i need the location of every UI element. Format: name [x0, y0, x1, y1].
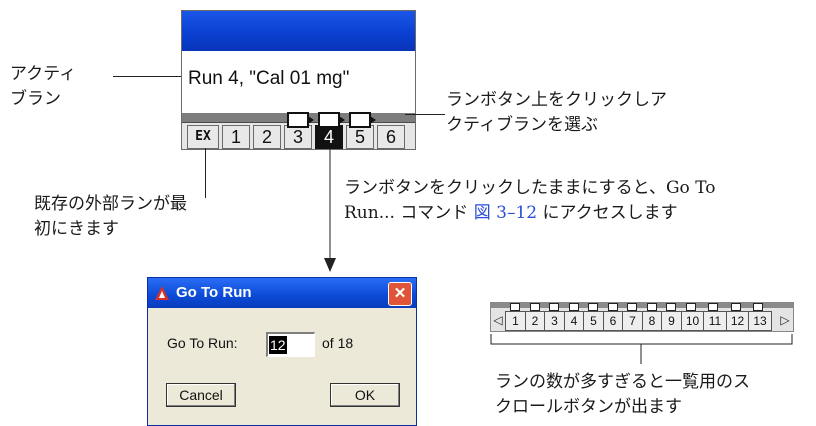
- callout-hold-line2-b: にアクセスします: [537, 203, 678, 223]
- scroll-run-button-10[interactable]: 10: [680, 303, 705, 331]
- run-flag-icon: [568, 303, 579, 311]
- scroll-run-button-7[interactable]: 7: [622, 303, 643, 331]
- leader-active-run: [113, 76, 181, 77]
- scroll-run-button-13[interactable]: 13: [748, 303, 772, 331]
- callout-active-run-line2: ブラン: [10, 89, 61, 109]
- run-flag-icon: [287, 112, 314, 128]
- go-to-run-label: Go To Run:: [167, 335, 238, 351]
- scroll-run-button-3[interactable]: 3: [544, 303, 565, 331]
- callout-hold-run: ランボタンをクリックしたままにすると、Go To Run... コマンド 図 3…: [344, 176, 715, 226]
- callout-external-run: 既存の外部ランが最 初にきます: [34, 192, 187, 242]
- window-titlebar: [182, 11, 415, 51]
- run-flag-icon: [666, 303, 676, 311]
- scroll-run-button-6[interactable]: 6: [602, 303, 624, 331]
- run-window: Run 4, "Cal 01 mg" EX 1 2 3 4 5 6: [181, 10, 416, 150]
- run-flag-icon: [318, 112, 345, 128]
- callout-scroll: ランの数が多すぎると一覧用のス クロールボタンが出ます: [495, 370, 750, 420]
- run-number-field[interactable]: 12: [266, 332, 315, 357]
- scroll-run-button-9[interactable]: 9: [661, 303, 682, 331]
- run-flag-icon: [607, 303, 618, 311]
- run-flag-icon: [685, 303, 696, 311]
- callout-hold-line2: Run... コマンド 図 3–12 にアクセスします: [344, 201, 715, 226]
- run-flag-icon: [753, 303, 763, 311]
- callout-hold-line1: ランボタンをクリックしたままにすると、Go To: [344, 178, 716, 198]
- leader-external-run: [205, 148, 206, 198]
- dialog-titlebar: Go To Run ✕: [148, 278, 416, 308]
- callout-external-line1: 既存の外部ランが最: [34, 194, 187, 214]
- scroll-run-button-4[interactable]: 4: [563, 303, 585, 331]
- scroll-run-button-5[interactable]: 5: [583, 303, 604, 331]
- figure-link[interactable]: 図 3–12: [474, 203, 537, 223]
- run-flag-icon: [510, 303, 520, 311]
- run-count-label: of 18: [322, 335, 354, 351]
- run-flag-icon: [708, 303, 718, 311]
- run-flag-icon: [627, 303, 637, 311]
- cancel-button[interactable]: Cancel: [166, 383, 236, 407]
- run-flag-icon: [646, 303, 657, 311]
- callout-scroll-line1: ランの数が多すぎると一覧用のス: [495, 372, 750, 392]
- ok-button[interactable]: OK: [330, 383, 400, 407]
- callout-click-run-line2: クティブランを選ぶ: [446, 115, 598, 135]
- scroll-left-button[interactable]: ◁: [492, 311, 504, 329]
- close-button[interactable]: ✕: [388, 282, 412, 306]
- scroll-run-button-1[interactable]: 1: [505, 303, 526, 331]
- callout-external-line2: 初にきます: [34, 219, 119, 239]
- scroll-bracket: [490, 334, 793, 364]
- run-button-3[interactable]: 3: [284, 112, 314, 149]
- run-button-2[interactable]: 2: [253, 125, 281, 149]
- callout-click-run-line1: ランボタン上をクリックしア: [446, 90, 667, 110]
- run-button-5[interactable]: 5: [346, 112, 376, 149]
- go-to-run-dialog: Go To Run ✕ Go To Run: 12 of 18 Cancel O…: [147, 277, 417, 426]
- scroll-right-button[interactable]: ▷: [779, 311, 791, 329]
- active-run-label: Run 4, "Cal 01 mg": [188, 68, 350, 89]
- app-icon: [155, 286, 169, 300]
- callout-active-run: アクティ ブラン: [10, 62, 76, 112]
- run-flag-icon: [549, 303, 559, 311]
- callout-click-run: ランボタン上をクリックしア クティブランを選ぶ: [446, 88, 667, 138]
- scroll-run-button-2[interactable]: 2: [524, 303, 546, 331]
- scroll-run-button-12[interactable]: 12: [725, 303, 750, 331]
- run-flag-icon: [588, 303, 598, 311]
- dialog-title: Go To Run: [176, 284, 252, 301]
- run-flag-icon: [349, 112, 376, 128]
- callout-scroll-line2: クロールボタンが出ます: [495, 397, 682, 417]
- leader-click-run: [405, 114, 445, 115]
- window-content: Run 4, "Cal 01 mg": [182, 51, 415, 113]
- callout-hold-line2-a: Run... コマンド: [344, 203, 474, 223]
- run-scroll-strip: ◁ 1 2 3 4 5 6 7 8 9 10 11 12 13 ▷: [490, 302, 794, 332]
- run-button-4[interactable]: 4: [315, 112, 345, 149]
- run-button-strip: EX 1 2 3 4 5 6: [182, 112, 415, 149]
- run-button-1[interactable]: 1: [222, 125, 250, 149]
- run-button-ex[interactable]: EX: [187, 125, 219, 149]
- run-number-value: 12: [269, 336, 287, 354]
- scroll-run-button-8[interactable]: 8: [641, 303, 663, 331]
- run-flag-icon: [730, 303, 741, 311]
- callout-active-run-line1: アクティ: [10, 64, 77, 84]
- arrow-to-dialog: [324, 148, 336, 272]
- run-button-6[interactable]: 6: [377, 125, 405, 149]
- scroll-run-button-11[interactable]: 11: [703, 303, 727, 331]
- run-flag-icon: [529, 303, 540, 311]
